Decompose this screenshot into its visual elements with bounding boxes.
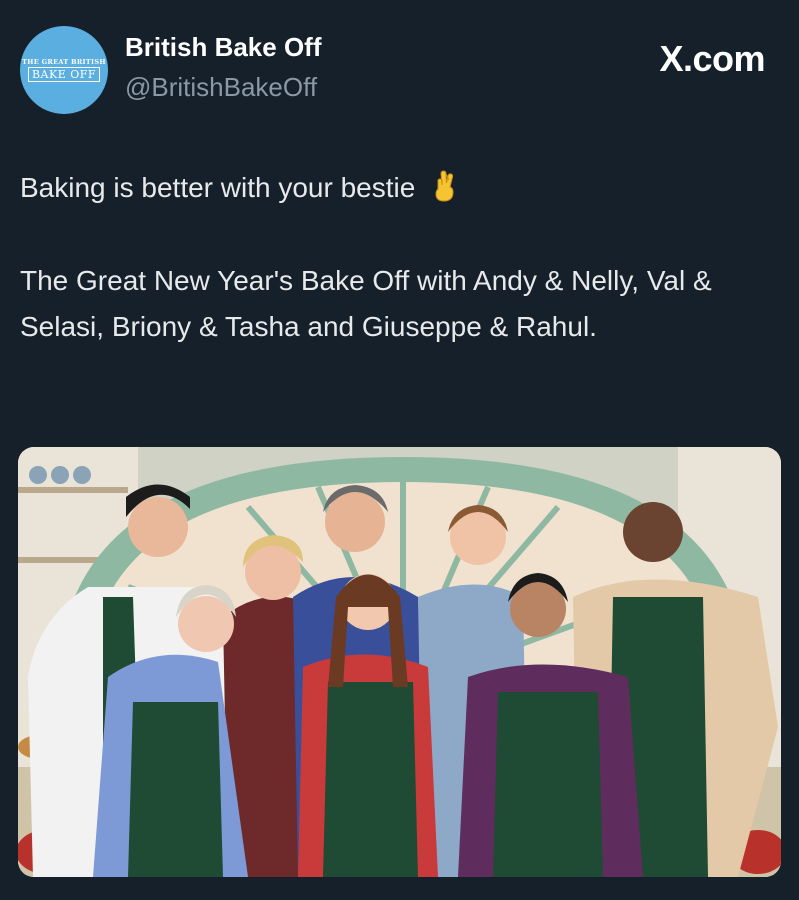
profile-avatar[interactable]: THE GREAT BRITISH BAKE OFF xyxy=(20,26,108,114)
avatar-logo-line1: THE GREAT BRITISH xyxy=(22,58,106,66)
group-photo-image xyxy=(18,447,781,877)
account-name[interactable]: British Bake Off xyxy=(125,32,322,63)
post-text-line1: Baking is better with your bestie xyxy=(20,165,780,211)
account-handle[interactable]: @BritishBakeOff xyxy=(125,72,317,103)
avatar-logo-line2: BAKE OFF xyxy=(27,67,101,82)
post-text-body: The Great New Year's Bake Off with Andy … xyxy=(20,265,712,342)
crossed-fingers-icon xyxy=(435,170,454,202)
post-image[interactable] xyxy=(18,447,781,877)
site-label: X.com xyxy=(659,38,765,79)
post-line1-text: Baking is better with your bestie xyxy=(20,172,416,203)
